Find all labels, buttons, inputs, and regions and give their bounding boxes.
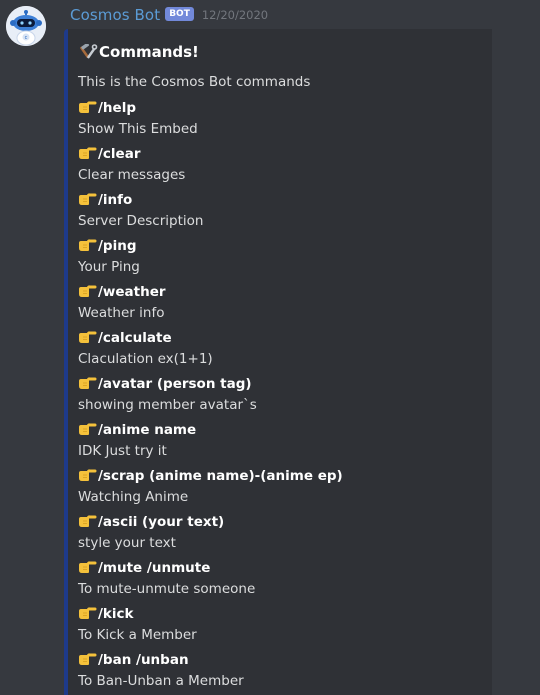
embed-field: /scrap (anime name)-(anime ep) Watching A…: [78, 467, 343, 506]
robot-avatar-icon: c: [6, 6, 46, 46]
embed-field: /avatar (person tag) showing member avata…: [78, 375, 257, 414]
field-name: /clear: [78, 145, 185, 163]
pointing-hand-icon: [78, 146, 97, 160]
field-value: Show This Embed: [78, 121, 198, 137]
embed-field: /weather Weather info: [78, 283, 166, 322]
field-value: To Ban-Unban a Member: [78, 673, 244, 689]
pointing-hand-icon: [78, 192, 97, 206]
bot-tag: BOT: [165, 7, 194, 21]
field-value: Watching Anime: [78, 489, 189, 505]
field-name: /calculate: [78, 329, 213, 347]
field-value: To Kick a Member: [78, 627, 197, 643]
embed-title: Commands!: [80, 42, 199, 61]
field-value: Server Description: [78, 213, 204, 229]
message-header: Cosmos Bot BOT 12/20/2020: [70, 5, 268, 25]
field-value: Clear messages: [78, 167, 186, 183]
field-name-text: /anime name: [98, 422, 197, 438]
field-name: /kick: [78, 605, 197, 623]
svg-text:c: c: [25, 35, 28, 41]
embed-field: /calculate Claculation ex(1+1): [78, 329, 213, 368]
field-name-text: /kick: [98, 606, 134, 622]
field-name-text: /calculate: [98, 330, 172, 346]
embed-field: /ascii (your text) style your text: [78, 513, 224, 552]
pointing-hand-icon: [78, 560, 97, 574]
field-name: /ping: [78, 237, 140, 255]
field-name-text: /mute /unmute: [98, 560, 211, 576]
field-name-text: /avatar (person tag): [98, 376, 252, 392]
pointing-hand-icon: [78, 606, 97, 620]
embed-field: /clear Clear messages: [78, 145, 185, 184]
pointing-hand-icon: [78, 330, 97, 344]
embed-field: /ping Your Ping: [78, 237, 140, 276]
embed-field: /help Show This Embed: [78, 99, 198, 138]
embed-field: /ban /unban To Ban-Unban a Member: [78, 651, 244, 690]
pointing-hand-icon: [78, 284, 97, 298]
pointing-hand-icon: [78, 652, 97, 666]
field-name: /anime name: [78, 421, 196, 439]
field-name-text: /info: [98, 192, 133, 208]
pointing-hand-icon: [78, 100, 97, 114]
avatar[interactable]: c: [6, 6, 46, 46]
field-value: Your Ping: [78, 259, 140, 275]
pointing-hand-icon: [78, 422, 97, 436]
field-value: Claculation ex(1+1): [78, 351, 213, 367]
field-name: /avatar (person tag): [78, 375, 257, 393]
field-value: Weather info: [78, 305, 165, 321]
field-name: /info: [78, 191, 203, 209]
embed: Commands! This is the Cosmos Bot command…: [64, 29, 492, 695]
field-name: /ban /unban: [78, 651, 244, 669]
embed-title-text: Commands!: [99, 43, 199, 61]
embed-field: /anime name IDK Just try it: [78, 421, 196, 460]
field-value: showing member avatar`s: [78, 397, 257, 413]
field-value: IDK Just try it: [78, 443, 167, 459]
pointing-hand-icon: [78, 514, 97, 528]
field-name-text: /scrap (anime name)-(anime ep): [98, 468, 343, 484]
field-value: To mute-unmute someone: [78, 581, 256, 597]
timestamp: 12/20/2020: [201, 8, 269, 22]
username[interactable]: Cosmos Bot: [70, 6, 160, 24]
field-name-text: /weather: [98, 284, 166, 300]
field-name-text: /ping: [98, 238, 137, 254]
field-name: /ascii (your text): [78, 513, 224, 531]
pointing-hand-icon: [78, 376, 97, 390]
field-name-text: /clear: [98, 146, 141, 162]
embed-field: /info Server Description: [78, 191, 203, 230]
field-value: style your text: [78, 535, 176, 551]
field-name: /help: [78, 99, 198, 117]
field-name-text: /help: [98, 100, 136, 116]
field-name: /mute /unmute: [78, 559, 255, 577]
pointing-hand-icon: [78, 468, 97, 482]
embed-field: /kick To Kick a Member: [78, 605, 197, 644]
embed-field: /mute /unmute To mute-unmute someone: [78, 559, 255, 598]
pointing-hand-icon: [78, 238, 97, 252]
embed-description: This is the Cosmos Bot commands: [78, 74, 311, 90]
field-name-text: /ban /unban: [98, 652, 189, 668]
hammer-wrench-icon: [80, 42, 98, 60]
field-name-text: /ascii (your text): [98, 514, 225, 530]
bot-message: c Cosmos Bot BOT 12/20/2020 Commands! Th…: [0, 0, 540, 695]
field-name: /scrap (anime name)-(anime ep): [78, 467, 343, 485]
field-name: /weather: [78, 283, 166, 301]
